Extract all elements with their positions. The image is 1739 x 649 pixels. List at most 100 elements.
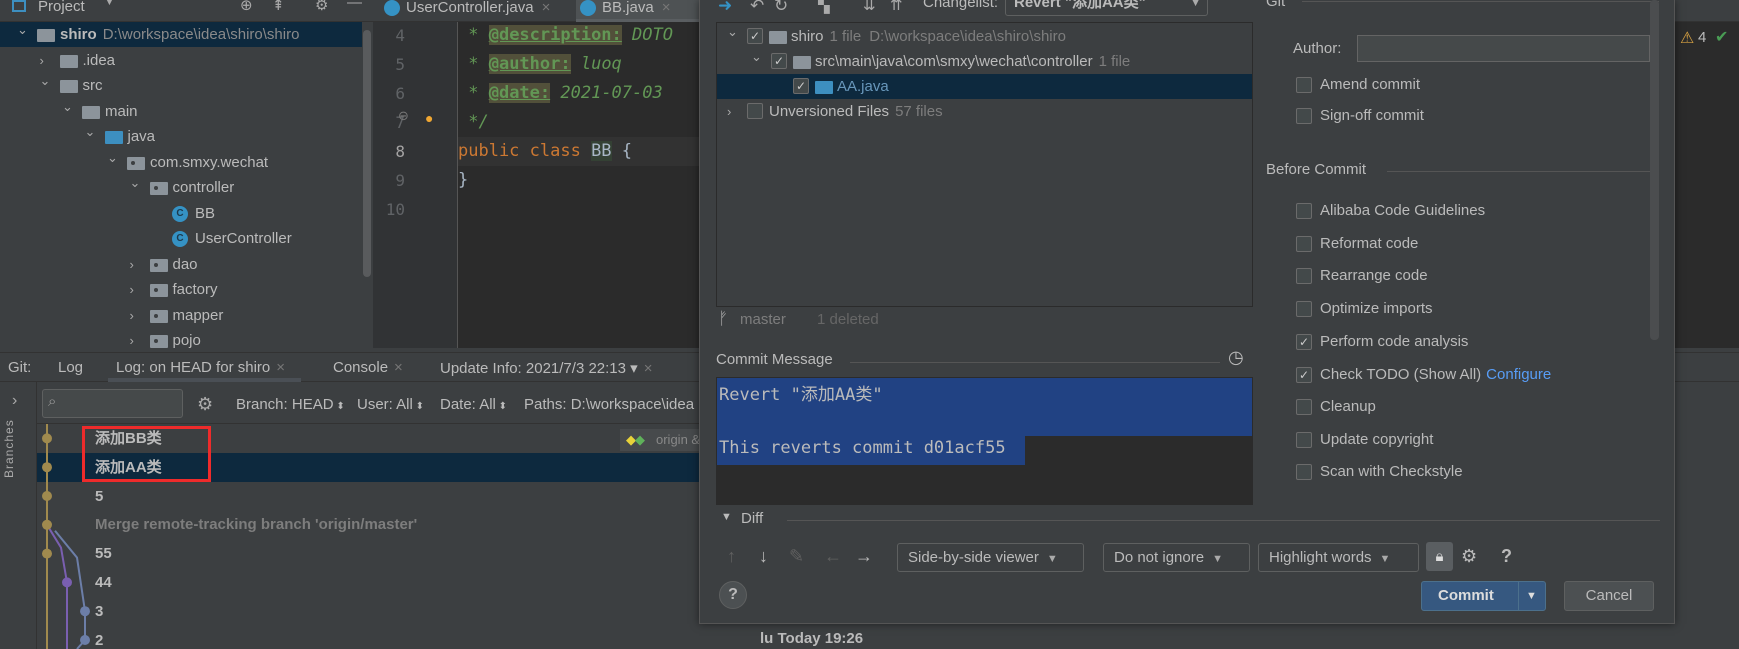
tree-item[interactable]: ⌄ controller bbox=[0, 175, 362, 200]
tab-console[interactable]: Console × bbox=[333, 359, 403, 376]
change-item[interactable]: ✓ AA.java bbox=[717, 74, 1252, 99]
chevron-right-icon[interactable]: › bbox=[130, 303, 142, 328]
code-line[interactable]: public class BB { bbox=[458, 137, 699, 166]
close-icon[interactable]: × bbox=[542, 0, 551, 16]
checkbox[interactable] bbox=[1296, 77, 1312, 93]
checkbox[interactable]: ✓ bbox=[1296, 334, 1312, 350]
chevron-right-icon[interactable]: › bbox=[130, 328, 142, 348]
close-icon[interactable]: × bbox=[662, 0, 671, 16]
check-icon[interactable]: ✔ bbox=[1715, 27, 1728, 47]
checkbox[interactable] bbox=[1296, 236, 1312, 252]
commit-button[interactable]: Commit ▼ bbox=[1421, 581, 1546, 611]
checkbox[interactable]: ✓ bbox=[771, 53, 787, 69]
checkbox[interactable]: ✓ bbox=[793, 78, 809, 94]
arrow-down-icon[interactable]: ↓ bbox=[759, 546, 768, 567]
chevron-down-icon[interactable]: ▼ bbox=[104, 0, 115, 8]
checkbox[interactable] bbox=[1296, 301, 1312, 317]
change-item[interactable]: ⌄ ✓ src\main\java\com\smxy\wechat\controll… bbox=[717, 49, 1252, 74]
viewer-select[interactable]: Side-by-side viewer ▼ bbox=[897, 543, 1084, 572]
undo-icon[interactable]: ↶ bbox=[750, 0, 764, 16]
history-icon[interactable]: ◷ bbox=[1228, 347, 1244, 368]
collapse-icon[interactable]: ⇞ bbox=[272, 0, 285, 14]
minimize-icon[interactable]: — bbox=[347, 0, 362, 11]
project-view-label[interactable]: Project bbox=[38, 0, 85, 15]
chevron-right-icon[interactable]: › bbox=[12, 392, 17, 410]
tree-item[interactable]: › .idea bbox=[0, 48, 362, 73]
log-filter[interactable]: Paths: D:\workspace\idea bbox=[524, 396, 699, 413]
commit-message-input[interactable]: Revert "添加AA类" This reverts commit d01ac… bbox=[716, 377, 1253, 505]
tree-item[interactable]: ⌄ java bbox=[0, 124, 362, 149]
gear-icon[interactable]: ⚙ bbox=[1461, 546, 1477, 567]
tab-bb-java[interactable]: BB.java × bbox=[576, 0, 699, 22]
tree-item[interactable]: ⌄ shiro D:\workspace\idea\shiro\shiro bbox=[0, 22, 362, 47]
close-icon[interactable]: × bbox=[394, 359, 403, 376]
arrow-right-icon[interactable]: → bbox=[855, 546, 873, 567]
chevron-right-icon[interactable]: › bbox=[727, 99, 739, 124]
chevron-right-icon[interactable]: › bbox=[130, 252, 142, 277]
chevron-down-icon[interactable]: ⌄ bbox=[17, 22, 29, 42]
code-line[interactable]: * @author: luoq bbox=[458, 50, 622, 79]
checkbox[interactable]: ✓ bbox=[747, 28, 763, 44]
gear-icon[interactable]: ⚙ bbox=[315, 0, 328, 14]
tree-item[interactable]: › mapper bbox=[0, 303, 362, 328]
collapse-all-icon[interactable]: ⇈ bbox=[890, 0, 903, 14]
tab-log[interactable]: Log bbox=[58, 359, 83, 376]
log-filter[interactable]: Branch: HEAD ⬍ bbox=[236, 396, 345, 413]
chevron-down-icon[interactable]: ⌄ bbox=[62, 94, 74, 119]
checkbox[interactable] bbox=[1296, 464, 1312, 480]
arrow-up-icon[interactable]: ↑ bbox=[727, 546, 736, 567]
chevron-down-icon[interactable]: ⌄ bbox=[130, 170, 142, 195]
chevron-down-icon[interactable]: ⌄ bbox=[107, 145, 119, 170]
checkbox[interactable] bbox=[1296, 432, 1312, 448]
tree-item[interactable]: ⌄ src bbox=[0, 73, 362, 98]
help-button[interactable]: ? bbox=[719, 581, 747, 609]
cancel-button[interactable]: Cancel bbox=[1564, 581, 1654, 611]
tree-item[interactable]: › dao bbox=[0, 252, 362, 277]
tree-item[interactable]: ⌄ main bbox=[0, 99, 362, 124]
highlight-select[interactable]: Highlight words ▼ bbox=[1258, 543, 1419, 572]
help-icon[interactable]: ? bbox=[1501, 546, 1512, 567]
diff-label[interactable]: Diff bbox=[741, 510, 763, 527]
tab-log-on-head-for-shiro[interactable]: Log: on HEAD for shiro × bbox=[107, 359, 302, 382]
change-item[interactable]: › Unversioned Files 57 files bbox=[717, 99, 1252, 124]
configure-link[interactable]: Configure bbox=[1486, 366, 1551, 383]
chevron-down-icon[interactable]: ⌄ bbox=[751, 44, 763, 69]
chevron-right-icon[interactable]: › bbox=[130, 277, 142, 302]
checkbox[interactable] bbox=[1296, 108, 1312, 124]
tree-item[interactable]: › factory bbox=[0, 277, 362, 302]
tab-update-info-2021-7-3-22-13[interactable]: Update Info: 2021/7/3 22:13 ▾ × bbox=[440, 359, 652, 377]
branches-toggle[interactable]: Branches bbox=[2, 418, 16, 478]
tree-item[interactable]: C BB bbox=[0, 201, 362, 226]
whitespace-select[interactable]: Do not ignore ▼ bbox=[1103, 543, 1250, 572]
group-by-icon[interactable]: ▚ bbox=[818, 0, 830, 14]
chevron-down-icon[interactable]: ▾ bbox=[626, 360, 638, 377]
dialog-scrollbar[interactable] bbox=[1650, 0, 1659, 340]
code-line[interactable]: * @date: 2021-07-03 bbox=[458, 79, 663, 108]
chevron-down-icon[interactable]: ⌄ bbox=[727, 19, 739, 44]
expand-all-icon[interactable]: ⇊ bbox=[863, 0, 876, 14]
tree-item[interactable]: › pojo bbox=[0, 328, 362, 348]
warning-icon[interactable]: ⚠ bbox=[1680, 28, 1694, 48]
author-input[interactable] bbox=[1357, 35, 1650, 62]
close-icon[interactable]: × bbox=[644, 360, 653, 377]
arrow-left-icon[interactable]: ← bbox=[824, 546, 842, 567]
locate-icon[interactable]: ⊕ bbox=[240, 0, 253, 14]
tree-scrollbar[interactable] bbox=[363, 30, 371, 277]
redo-icon[interactable]: ↻ bbox=[774, 0, 788, 16]
collapse-triangle-icon[interactable]: ▼ bbox=[721, 511, 732, 523]
checkbox[interactable] bbox=[1296, 203, 1312, 219]
log-filter[interactable]: Date: All ⬍ bbox=[440, 396, 507, 413]
change-item[interactable]: ⌄ ✓ shiro 1 file D:\workspace\idea\shiro\shi… bbox=[717, 24, 1252, 49]
tree-item[interactable]: ⌄ com.smxy.wechat bbox=[0, 150, 362, 175]
gear-icon[interactable]: ⚙ bbox=[197, 394, 213, 415]
intention-bulb-icon[interactable]: ● bbox=[425, 110, 433, 126]
checkbox[interactable] bbox=[747, 103, 763, 119]
chevron-down-icon[interactable]: ⌄ bbox=[85, 119, 97, 144]
refresh-icon[interactable]: ➜ bbox=[718, 0, 732, 16]
changelist-select[interactable]: Revert "添加AA类" ▼ bbox=[1005, 0, 1208, 16]
close-icon[interactable]: × bbox=[276, 359, 285, 376]
log-search-input[interactable]: ⌕ bbox=[42, 389, 183, 418]
lock-icon[interactable]: 🔒︎ bbox=[1426, 542, 1453, 571]
code-line[interactable]: * @description: DOTO bbox=[458, 22, 673, 50]
code-editor[interactable]: * @description: DOTO * @author: luoq * @… bbox=[458, 22, 699, 348]
